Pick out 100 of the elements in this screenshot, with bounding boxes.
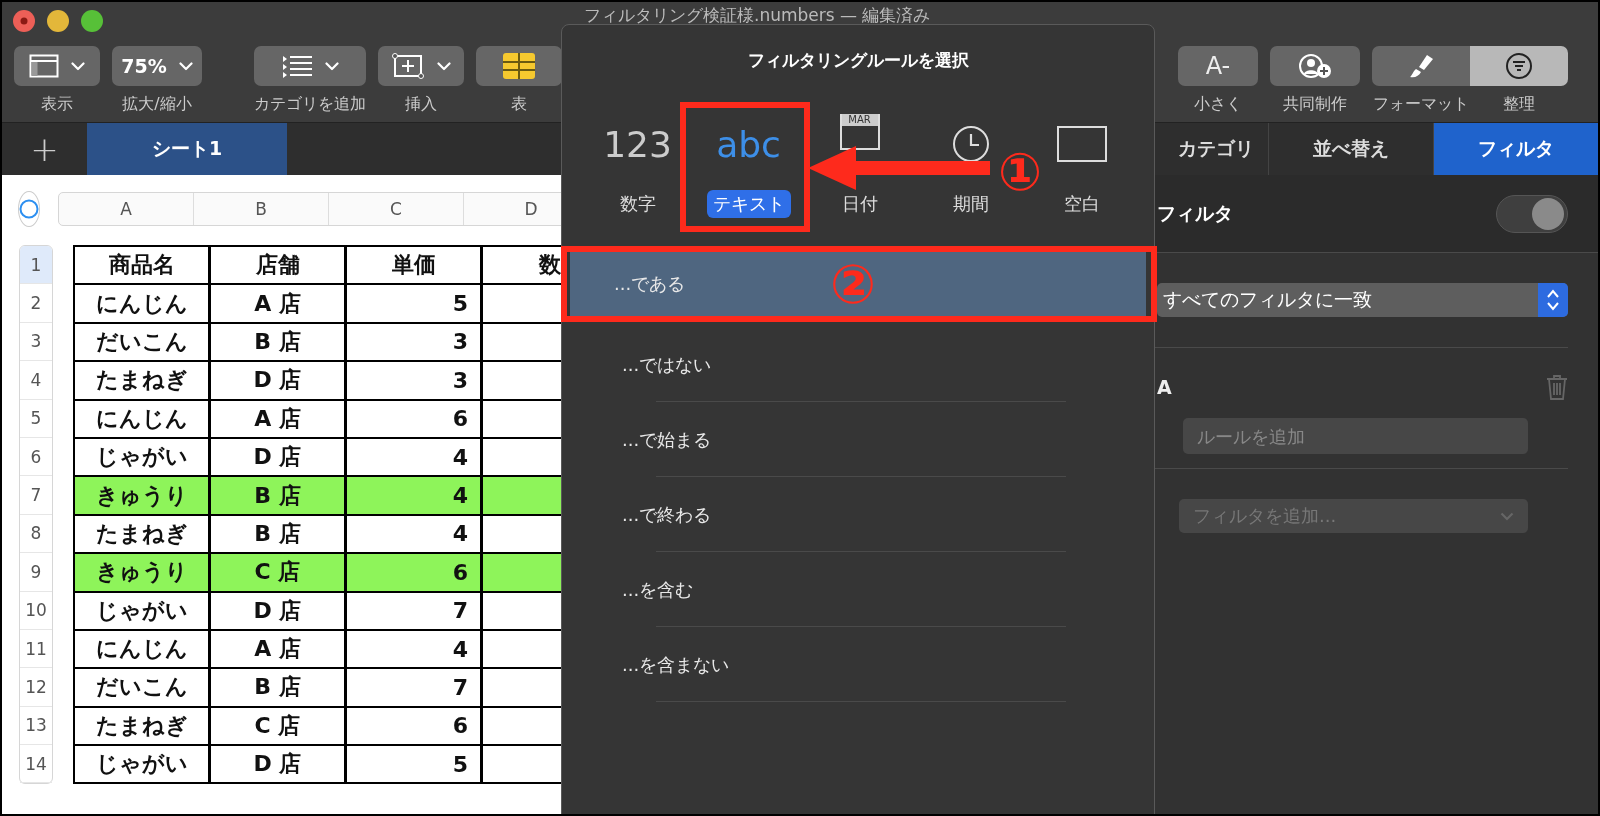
step-number: ① [998,146,1043,198]
table-cell-text: D 店 [253,750,302,779]
view-button[interactable] [14,46,100,86]
type-label[interactable]: 期間 [946,190,995,218]
table-button[interactable] [476,46,562,86]
row-number[interactable]: 8 [20,514,52,554]
row-number[interactable]: 12 [20,668,52,707]
table-cell-text: D 店 [253,443,302,472]
stepper-icon [1546,288,1560,312]
row-number[interactable]: 5 [20,399,52,438]
row-number[interactable]: 11 [20,629,52,669]
popover-title: フィルタリングルールを選択 [746,49,970,72]
row-number[interactable]: 7 [20,476,52,515]
table-cell-text: にんじん [95,635,188,664]
add-sheet-button[interactable]: + [2,123,87,175]
table-cell-text: だいこん [95,327,188,356]
row-number[interactable]: 3 [20,322,52,362]
table-cell: 4 [452,636,468,662]
organize-button[interactable] [1470,46,1568,86]
type-label[interactable]: 空白 [1057,190,1106,218]
category-button[interactable] [254,46,366,86]
rule-option[interactable]: ...を含まない [570,627,1146,702]
filter-title: フィルタ [1157,200,1233,226]
row-number[interactable]: 2 [20,284,52,323]
row-number[interactable]: 1 [20,246,52,285]
table-cell-text: 単価 [391,251,436,280]
table-cell-text: じゃがい [95,596,188,625]
toolbar-label: 整理 [1502,94,1536,115]
window-title: フィルタリング検証様.numbers — 編集済み [584,4,931,27]
insert-button[interactable] [378,46,464,86]
table-cell-text: じゃがい [95,750,188,779]
table-cell-text: D 店 [253,366,302,395]
clock-icon [951,125,990,163]
list-icon [281,54,313,78]
table-cell: 3 [452,367,468,393]
type-label[interactable]: 日付 [835,190,884,218]
toolbar-label: 共同制作 [1283,94,1347,115]
zoom-button[interactable]: 75% [112,46,202,86]
table-cell-text: A 店 [254,635,301,664]
type-label[interactable]: テキスト [706,190,791,218]
table-cell-text: たまねぎ [95,711,188,740]
table-cell: 7 [452,675,468,700]
type-label[interactable]: 数字 [613,190,662,218]
table-cell-text: にんじん [95,404,188,433]
table-cell-text: 数 [538,251,561,280]
toolbar-label: 小さく [1194,94,1242,115]
table-cell-text: C 店 [254,711,301,740]
rule-option[interactable]: ...ではない [570,327,1146,402]
row-number[interactable]: 14 [20,745,52,784]
table-cell-text: B 店 [254,673,301,702]
column-header[interactable]: C [329,193,464,225]
chevron-down-icon [71,61,85,71]
row-number[interactable]: 6 [20,437,52,477]
filter-icon [1505,52,1533,80]
column-header[interactable]: B [194,193,329,225]
row-number[interactable]: 10 [20,591,52,630]
table-cell: 5 [452,291,468,317]
type-glyph[interactable]: abc [716,123,781,165]
toolbar-label: フォーマット [1372,94,1470,115]
empty-box-icon [1056,126,1107,162]
table-cell: 4 [452,483,468,509]
smaller-button[interactable]: A- [1178,46,1258,86]
select-all-button[interactable] [18,191,40,227]
table-cell: 6 [452,559,468,585]
sheet-tab[interactable]: シート1 [87,123,287,175]
sidebar-view-icon [29,54,59,78]
row-number[interactable]: 4 [20,361,52,400]
chevron-down-icon [325,61,339,71]
circle-icon [19,199,39,219]
collab-button[interactable] [1270,46,1360,86]
toolbar-label: 拡大/縮小 [122,94,192,115]
row-number[interactable]: 9 [20,553,52,592]
chevron-down-icon [178,61,193,71]
table-cell-text: だいこん [95,673,188,702]
row-number[interactable]: 13 [20,706,52,746]
toolbar-label: 挿入 [405,94,437,115]
step-number: ② [830,258,876,312]
table-cell: 4 [452,521,468,547]
chevron-down-icon [1500,511,1514,521]
chevron-down-icon [437,61,451,71]
rule-input-field[interactable]: ルールを追加 [1183,418,1528,454]
format-button[interactable] [1372,46,1470,86]
table-cell-text: 店舗 [255,251,300,280]
rule-option[interactable]: ...で始まる [570,402,1146,477]
table-cell-text: A 店 [254,289,301,318]
table-cell-text: A 店 [254,404,301,433]
inspector-tab[interactable]: フィルタ [1433,123,1598,175]
rule-option[interactable]: ...で終わる [570,477,1146,552]
trash-icon [1546,374,1568,400]
table-cell-text: たまねぎ [95,366,188,395]
rule-option[interactable]: ...を含む [570,552,1146,627]
match-select[interactable]: すべてのフィルタに一致 [1157,283,1568,317]
calendar-icon: MAR [839,114,880,150]
toolbar-label: 表 [511,94,527,115]
toolbar-label: 表示 [41,94,73,115]
table-cell: 6 [452,713,468,739]
column-header[interactable]: A [59,193,194,225]
type-glyph[interactable]: 123 [603,123,672,165]
table-cell-text: B 店 [254,519,301,548]
column-name: A [1157,376,1172,398]
